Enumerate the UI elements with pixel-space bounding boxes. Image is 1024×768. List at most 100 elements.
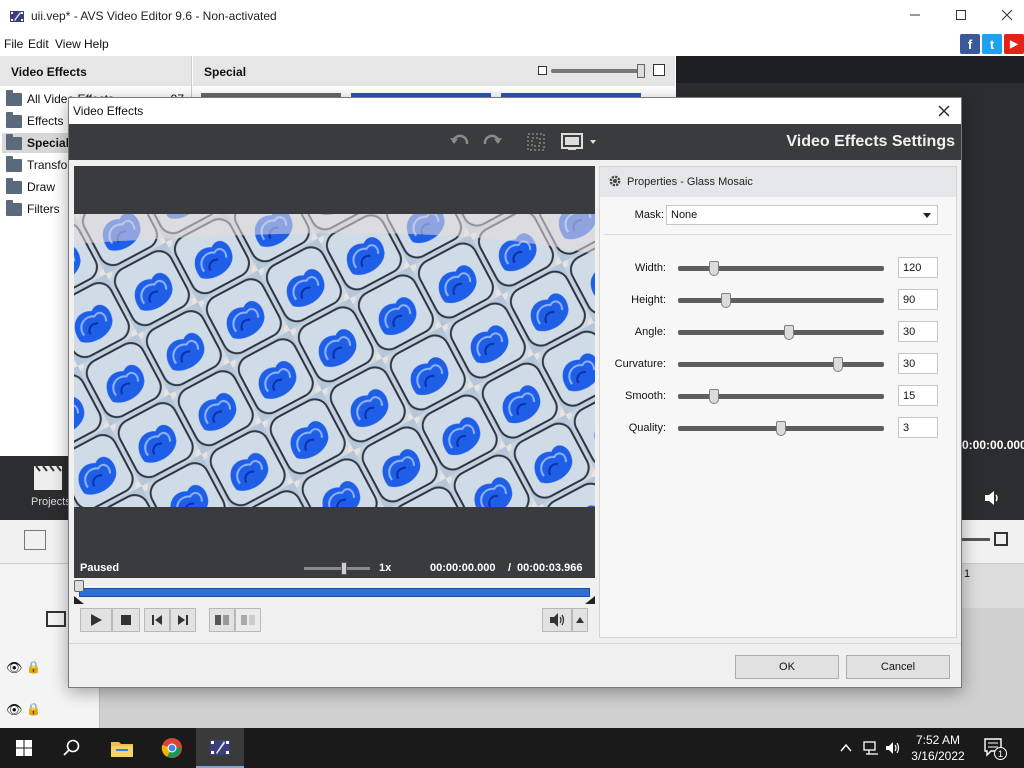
notification-icon[interactable]: 1: [984, 738, 1008, 760]
slider-thumb[interactable]: [832, 357, 843, 372]
large-thumbs-icon[interactable]: [653, 64, 665, 76]
system-clock[interactable]: 7:52 AM 3/16/2022: [896, 732, 980, 764]
search-icon[interactable]: [48, 728, 96, 768]
play-button[interactable]: [80, 608, 112, 632]
smooth-input[interactable]: 15: [898, 385, 938, 406]
lock-icon[interactable]: 🔒: [26, 702, 41, 716]
volume-dropdown-icon[interactable]: [572, 608, 588, 632]
avs-taskbar-icon[interactable]: [196, 728, 244, 768]
video-preview-glass-mosaic: [74, 214, 595, 507]
facebook-icon[interactable]: f: [960, 34, 980, 54]
eye-icon[interactable]: 👁: [6, 660, 23, 676]
undo-icon[interactable]: [449, 131, 471, 153]
redo-icon[interactable]: [481, 131, 503, 153]
safe-area-icon[interactable]: [525, 131, 547, 153]
folder-icon: [6, 133, 22, 150]
next-frame-button[interactable]: [170, 608, 196, 632]
smooth-slider[interactable]: [678, 389, 884, 404]
main-titlebar: uii.vep* - AVS Video Editor 9.6 - Non-ac…: [0, 0, 1024, 32]
slider-thumb[interactable]: [776, 421, 786, 436]
volume-button[interactable]: [542, 608, 572, 632]
current-time: 00:00:00.000: [430, 562, 496, 574]
avs-app-icon: [9, 8, 25, 24]
speed-label: 1x: [379, 562, 392, 574]
folder-icon: [6, 177, 22, 194]
chrome-icon[interactable]: [148, 728, 196, 768]
properties-header: Properties - Glass Mosaic: [600, 167, 956, 197]
quality-slider[interactable]: [678, 421, 884, 436]
panel-header: Video Effects: [0, 56, 191, 86]
slider-thumb[interactable]: [709, 261, 720, 276]
width-slider[interactable]: [678, 261, 884, 276]
dialog-close-button[interactable]: [933, 100, 955, 122]
network-icon[interactable]: [862, 740, 880, 756]
gear-icon: [608, 174, 622, 191]
previous-frame-button[interactable]: [144, 608, 170, 632]
twitter-icon[interactable]: t: [982, 34, 1002, 54]
height-slider[interactable]: [678, 293, 884, 308]
menu-help[interactable]: Help: [84, 37, 109, 51]
angle-input[interactable]: 30: [898, 321, 938, 342]
projects-icon[interactable]: [30, 464, 66, 492]
eye-icon[interactable]: 👁: [6, 702, 23, 718]
slider-thumb[interactable]: [721, 293, 732, 308]
cancel-button[interactable]: Cancel: [846, 655, 950, 679]
notification-count: 1: [994, 747, 1007, 760]
fit-timeline-icon[interactable]: [994, 532, 1008, 546]
projects-label[interactable]: Projects: [31, 496, 71, 508]
monitor-dropdown-icon[interactable]: [559, 131, 599, 153]
properties-title: Properties - Glass Mosaic: [627, 176, 753, 188]
effects-gallery-panel: Special: [193, 56, 675, 100]
width-input[interactable]: 120: [898, 257, 938, 278]
speed-slider[interactable]: [304, 562, 370, 575]
clock-date: 3/16/2022: [911, 749, 965, 763]
param-curvature: Curvature: 30: [600, 353, 956, 375]
slider-thumb[interactable]: [709, 389, 720, 404]
param-label: Width:: [634, 262, 666, 274]
properties-panel: Properties - Glass Mosaic Mask: None Wid…: [599, 166, 957, 638]
lock-icon[interactable]: 🔒: [26, 660, 41, 674]
dialog-heading: Video Effects Settings: [786, 133, 955, 150]
curvature-slider[interactable]: [678, 357, 884, 372]
quality-input[interactable]: 3: [898, 417, 938, 438]
angle-slider[interactable]: [678, 325, 884, 340]
param-label: Angle:: [634, 326, 666, 338]
storyboard-icon[interactable]: [24, 530, 46, 550]
mask-select[interactable]: None: [666, 205, 938, 225]
curvature-input[interactable]: 30: [898, 353, 938, 374]
split-view-icon[interactable]: [209, 608, 235, 632]
thumb-size-slider[interactable]: [551, 64, 645, 78]
menu-bar: File Edit View Help: [0, 32, 1024, 54]
volume-icon[interactable]: [982, 488, 1002, 508]
file-explorer-icon[interactable]: [98, 728, 146, 768]
height-input[interactable]: 90: [898, 289, 938, 310]
video-effects-dialog: Video Effects Video Effects Settings Pau…: [68, 97, 962, 688]
minimize-button[interactable]: [892, 0, 938, 30]
close-button[interactable]: [984, 0, 1024, 30]
mask-label: Mask:: [634, 209, 664, 221]
param-label: Height:: [631, 294, 666, 306]
small-thumbs-icon[interactable]: [538, 66, 547, 75]
windows-taskbar: 7:52 AM 3/16/2022 1: [0, 728, 1024, 768]
ok-button[interactable]: OK: [735, 655, 839, 679]
youtube-icon[interactable]: ▶: [1004, 34, 1024, 54]
ruler-mark: 1: [964, 568, 971, 580]
dialog-toolbar: Video Effects Settings: [69, 124, 961, 160]
playback-status: Paused: [80, 562, 120, 574]
windows-start-icon[interactable]: [0, 728, 48, 768]
maximize-button[interactable]: [938, 0, 984, 30]
param-smooth: Smooth: 15: [600, 385, 956, 407]
folder-icon: [6, 89, 22, 106]
seek-bar[interactable]: [74, 578, 595, 606]
compare-view-icon[interactable]: [235, 608, 261, 632]
slider-thumb[interactable]: [783, 325, 794, 340]
time-separator: /: [508, 562, 512, 574]
menu-file[interactable]: File: [4, 37, 23, 51]
chevron-up-icon[interactable]: [838, 740, 854, 756]
menu-edit[interactable]: Edit: [28, 37, 49, 51]
mask-row: Mask: None: [600, 205, 956, 227]
preview-panel: Paused 1x 00:00:00.000 / 00:00:03.966: [74, 166, 595, 578]
stop-button[interactable]: [112, 608, 140, 632]
menu-view[interactable]: View: [55, 37, 81, 51]
seek-thumb[interactable]: [74, 580, 84, 592]
